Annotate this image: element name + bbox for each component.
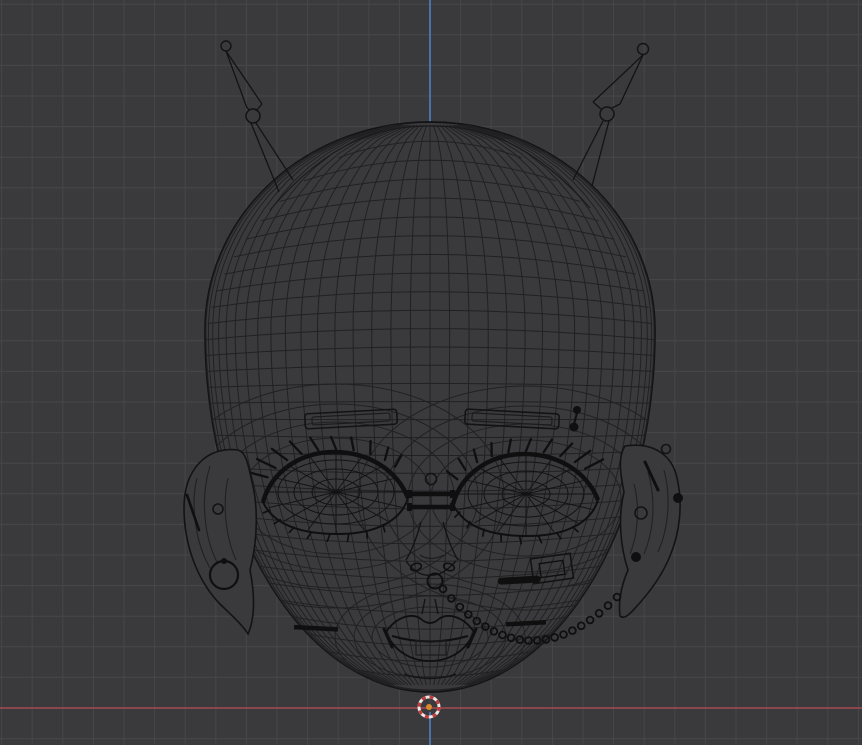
- object-origin-dot: [426, 704, 432, 710]
- blender-3d-viewport[interactable]: [0, 0, 862, 745]
- viewport-canvas[interactable]: [0, 0, 862, 745]
